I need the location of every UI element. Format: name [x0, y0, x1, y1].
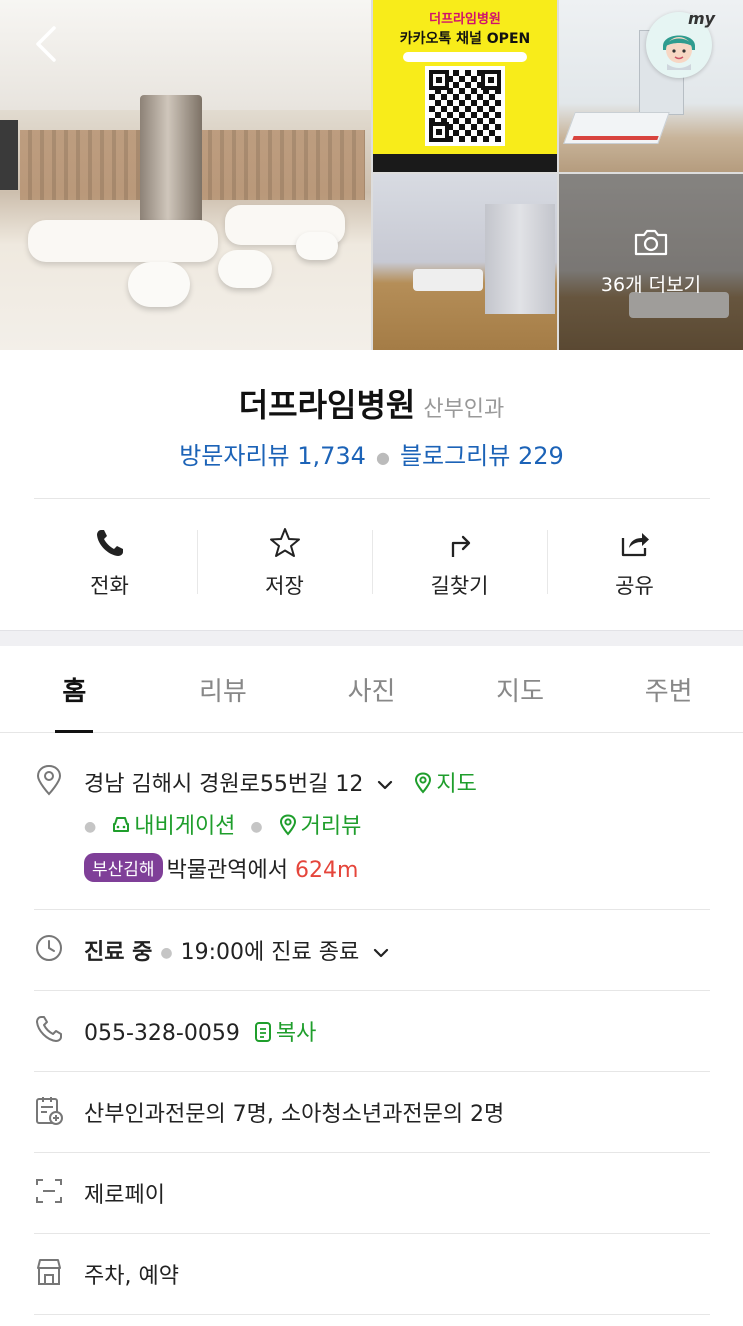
- tab-home[interactable]: 홈: [0, 647, 149, 733]
- action-bar: 전화 저장 길찾기 공유: [22, 520, 722, 612]
- tab-nearby[interactable]: 주변: [594, 647, 743, 732]
- map-pin-icon: [415, 772, 432, 794]
- car-icon: [113, 817, 130, 832]
- camera-icon: [634, 229, 668, 256]
- scan-pay-icon: [36, 1179, 62, 1203]
- place-name: 더프라임병원: [238, 386, 416, 424]
- clock-icon: [36, 935, 62, 961]
- navigation-label: 내비게이션: [134, 814, 236, 839]
- directions-label: 길찾기: [430, 574, 489, 598]
- map-link-label: 지도: [436, 772, 477, 797]
- station-distance: 624m: [295, 858, 359, 883]
- location-pin-icon: [36, 764, 62, 796]
- station-name: 박물관역: [166, 858, 248, 883]
- section-separator: [0, 630, 743, 646]
- photo-treatment-room[interactable]: [373, 174, 557, 350]
- street-view-link[interactable]: 거리뷰: [278, 814, 362, 839]
- subway-line-badge: 부산김해: [84, 853, 163, 882]
- phone-outline-icon: [36, 1016, 62, 1042]
- chevron-down-icon[interactable]: [372, 944, 390, 962]
- photo-gallery: 더프라임병원 카카오톡 채널 OPEN 36개 더보기 my: [0, 0, 743, 350]
- place-title-row: 더프라임병원 산부인과: [0, 380, 743, 426]
- star-icon: [269, 528, 300, 557]
- tab-bar: 홈 리뷰 사진 지도 주변: [0, 647, 743, 733]
- chevron-down-icon[interactable]: [376, 776, 394, 794]
- open-status: 진료 중: [84, 940, 153, 965]
- store-icon: [37, 1259, 61, 1285]
- divider: [34, 1071, 710, 1072]
- copy-button[interactable]: 복사: [253, 1021, 316, 1046]
- directions-button[interactable]: 길찾기: [372, 520, 547, 612]
- facilities-section: 주차, 예약: [34, 1254, 710, 1294]
- phone-number[interactable]: 055-328-0059: [84, 1021, 240, 1046]
- address-links: ● 내비게이션 ● 거리뷰: [84, 814, 362, 839]
- map-link[interactable]: 지도: [413, 772, 477, 797]
- tab-photos[interactable]: 사진: [297, 647, 446, 732]
- doctors-section: 산부인과전문의 7명, 소아청소년과전문의 2명: [34, 1092, 710, 1132]
- street-view-pin-icon: [279, 814, 296, 836]
- share-label: 공유: [615, 574, 654, 598]
- photo-kakao-qr-poster[interactable]: 더프라임병원 카카오톡 채널 OPEN: [373, 0, 557, 172]
- address-section: 경남 김해시 경원로55번길 12 지도 ● 내비게이션 ● 거리뷰 부산김해 박…: [34, 762, 710, 902]
- phone-icon: [96, 530, 123, 556]
- call-button[interactable]: 전화: [22, 520, 197, 612]
- place-category: 산부인과: [423, 397, 505, 422]
- review-counts: 방문자리뷰 1,734 ● 블로그리뷰 229: [179, 442, 564, 470]
- share-icon: [621, 533, 649, 557]
- visitor-reviews-link[interactable]: 방문자리뷰 1,734: [179, 442, 366, 470]
- phone-line: 055-328-0059 복사: [84, 1015, 316, 1047]
- poster-subtitle: 카카오톡 채널 OPEN: [399, 31, 531, 47]
- blog-reviews-link[interactable]: 블로그리뷰 229: [400, 442, 564, 470]
- share-button[interactable]: 공유: [547, 520, 722, 612]
- save-label: 저장: [265, 574, 304, 598]
- closing-time: 19:00에 진료 종료: [180, 940, 360, 965]
- my-label: my: [688, 9, 716, 28]
- address-line: 경남 김해시 경원로55번길 12 지도: [84, 766, 477, 798]
- copy-label: 복사: [275, 1021, 317, 1046]
- doctors-text: 산부인과전문의 7명, 소아청소년과전문의 2명: [84, 1102, 505, 1127]
- back-arrow-icon[interactable]: [28, 22, 68, 66]
- subway-info: 부산김해 박물관역에서 624m: [84, 852, 358, 884]
- facilities-text: 주차, 예약: [84, 1264, 179, 1289]
- divider: [34, 909, 710, 910]
- avatar-icon: [663, 35, 695, 70]
- save-button[interactable]: 저장: [197, 520, 372, 612]
- tab-reviews[interactable]: 리뷰: [149, 647, 298, 732]
- medical-staff-icon: [36, 1097, 63, 1125]
- address-text: 경남 김해시 경원로55번길 12: [84, 772, 364, 797]
- station-suffix: 에서: [247, 858, 289, 883]
- phone-section: 055-328-0059 복사: [34, 1011, 710, 1051]
- divider: [34, 1233, 710, 1234]
- directions-icon: [451, 535, 470, 557]
- divider: [34, 498, 710, 499]
- divider: [34, 990, 710, 991]
- divider: [34, 1152, 710, 1153]
- navigation-link[interactable]: 내비게이션: [111, 814, 242, 839]
- hours-line: 진료 중 ● 19:00에 진료 종료: [84, 934, 390, 966]
- call-label: 전화: [90, 574, 129, 598]
- qr-code: [425, 66, 505, 146]
- more-photos-label: 36개 더보기: [600, 274, 702, 296]
- copy-icon: [254, 1022, 271, 1042]
- tab-map[interactable]: 지도: [446, 647, 595, 732]
- poster-title: 더프라임병원: [429, 12, 501, 27]
- hours-section[interactable]: 진료 중 ● 19:00에 진료 종료: [34, 930, 710, 970]
- payment-section: 제로페이: [34, 1173, 710, 1213]
- street-view-label: 거리뷰: [300, 814, 362, 839]
- my-profile-button[interactable]: my: [646, 9, 716, 78]
- payment-text: 제로페이: [84, 1183, 165, 1208]
- photo-more[interactable]: 36개 더보기: [559, 174, 743, 350]
- divider: [34, 1314, 710, 1315]
